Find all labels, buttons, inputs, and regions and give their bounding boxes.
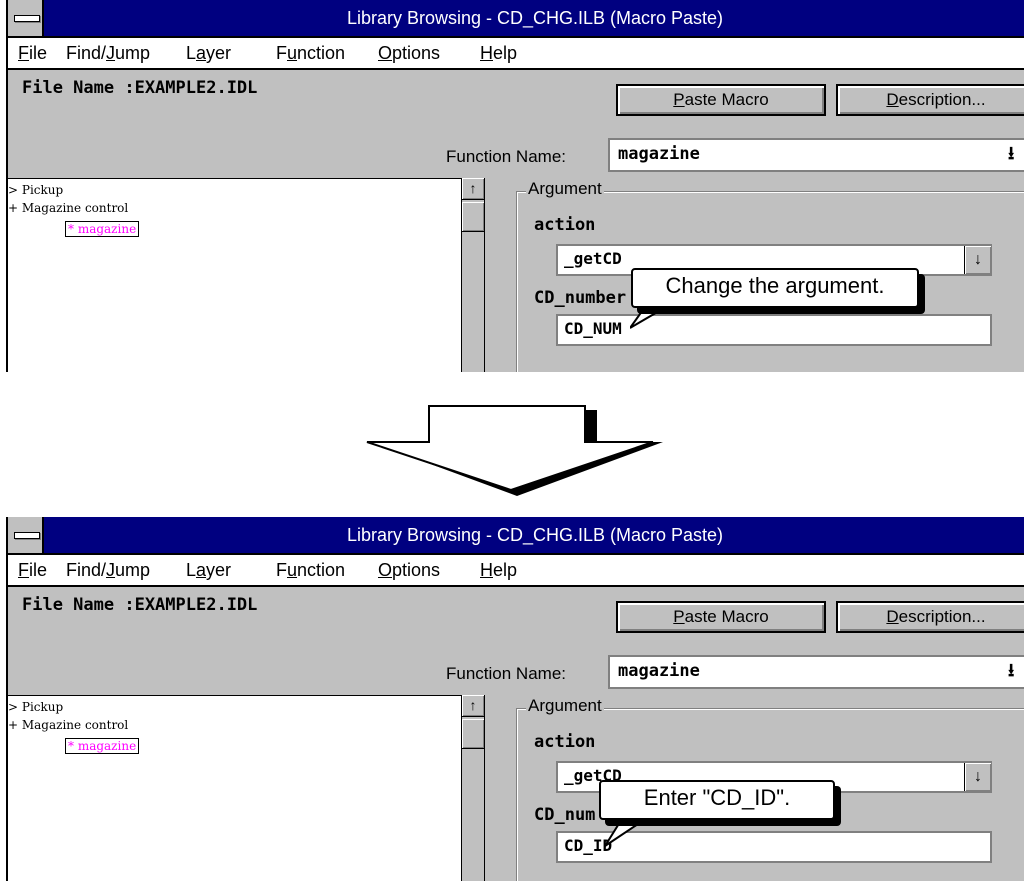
cd-number-value: CD_NUM	[564, 319, 622, 338]
client-area: File Name :EXAMPLE2.IDL Paste Macro Desc…	[8, 587, 1024, 881]
scroll-thumb[interactable]	[462, 719, 484, 749]
tree-item-pickup[interactable]: > Pickup	[8, 700, 63, 714]
down-arrow-icon[interactable]: ↓	[964, 763, 991, 791]
action-value: _getCD	[564, 249, 622, 268]
scroll-thumb[interactable]	[462, 202, 484, 232]
function-tree[interactable]: > Pickup + Magazine control * magazine	[8, 178, 485, 372]
callout-change-argument: Change the argument.	[631, 268, 919, 308]
down-arrow-icon[interactable]: ⭳	[1008, 141, 1014, 171]
function-name-input[interactable]: magazine	[608, 138, 1024, 172]
cd-number-input[interactable]: CD_NUM	[556, 314, 992, 346]
paste-macro-button[interactable]: Paste Macro	[616, 84, 826, 116]
title-bar: Library Browsing - CD_CHG.ILB (Macro Pas…	[8, 0, 1024, 38]
menu-bar: File Find/Jump Layer Function Options He…	[8, 555, 1024, 587]
argument-group-label: Argument	[526, 179, 604, 199]
callout-enter-cd-id: Enter "CD_ID".	[599, 780, 835, 820]
menu-layer[interactable]: Layer	[186, 555, 231, 585]
menu-function[interactable]: Function	[276, 38, 345, 68]
menu-help[interactable]: Help	[480, 555, 517, 585]
tree-item-pickup[interactable]: > Pickup	[8, 183, 63, 197]
menu-function[interactable]: Function	[276, 555, 345, 585]
client-area: File Name :EXAMPLE2.IDL Paste Macro Desc…	[8, 70, 1024, 372]
menu-find-jump[interactable]: Find/Jump	[66, 38, 150, 68]
description-button[interactable]: Description...	[836, 84, 1024, 116]
down-arrow-icon[interactable]: ⭳	[1008, 658, 1014, 688]
menu-file[interactable]: File	[18, 38, 47, 68]
menu-help[interactable]: Help	[480, 38, 517, 68]
window-title: Library Browsing - CD_CHG.ILB (Macro Pas…	[346, 525, 724, 545]
menu-find-jump[interactable]: Find/Jump	[66, 555, 150, 585]
menu-options[interactable]: Options	[378, 38, 440, 68]
title-bar: Library Browsing - CD_CHG.ILB (Macro Pas…	[8, 517, 1024, 555]
tree-item-magazine-control[interactable]: + Magazine control	[8, 201, 128, 215]
down-arrow-shape	[366, 405, 663, 496]
file-name-label: File Name :EXAMPLE2.IDL	[22, 78, 258, 98]
function-name-input[interactable]: magazine	[608, 655, 1024, 689]
menu-bar: File Find/Jump Layer Function Options He…	[8, 38, 1024, 70]
menu-layer[interactable]: Layer	[186, 38, 231, 68]
window-title: Library Browsing - CD_CHG.ILB (Macro Pas…	[346, 8, 724, 28]
system-menu-icon[interactable]	[8, 517, 44, 553]
window-after: Library Browsing - CD_CHG.ILB (Macro Pas…	[6, 517, 1024, 881]
tree-item-magazine-control[interactable]: + Magazine control	[8, 718, 128, 732]
paste-macro-button[interactable]: Paste Macro	[616, 601, 826, 633]
down-arrow-icon[interactable]: ↓	[964, 246, 991, 274]
action-label: action	[534, 215, 596, 235]
cd-number-label: CD_num	[534, 805, 596, 825]
system-menu-icon[interactable]	[8, 0, 44, 36]
tree-item-magazine[interactable]: * magazine	[65, 738, 140, 754]
window-before: Library Browsing - CD_CHG.ILB (Macro Pas…	[6, 0, 1024, 372]
function-name-label: Function Name:	[446, 664, 566, 683]
description-button[interactable]: Description...	[836, 601, 1024, 633]
function-tree[interactable]: > Pickup + Magazine control * magazine	[8, 695, 485, 881]
up-arrow-icon[interactable]: ↑	[462, 178, 484, 200]
tree-scrollbar[interactable]: ↑	[461, 178, 484, 372]
up-arrow-icon[interactable]: ↑	[462, 695, 484, 717]
menu-options[interactable]: Options	[378, 555, 440, 585]
action-label: action	[534, 732, 596, 752]
menu-file[interactable]: File	[18, 555, 47, 585]
argument-group-label: Argument	[526, 696, 604, 716]
cd-number-label: CD_number	[534, 288, 627, 308]
function-name-label: Function Name:	[446, 147, 566, 166]
tree-item-magazine[interactable]: * magazine	[65, 221, 140, 237]
file-name-label: File Name :EXAMPLE2.IDL	[22, 595, 258, 615]
tree-scrollbar[interactable]: ↑	[461, 695, 484, 881]
